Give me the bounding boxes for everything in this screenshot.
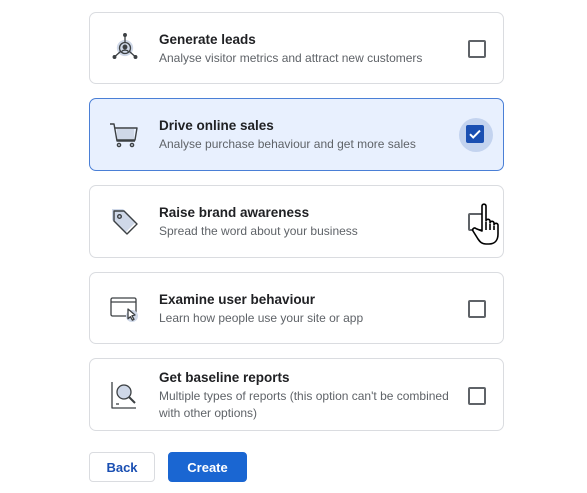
price-tag-icon [107,204,143,240]
option-card-get-baseline-reports[interactable]: Get baseline reports Multiple types of r… [89,358,504,431]
option-description: Multiple types of reports (this option c… [159,389,449,420]
option-title: Raise brand awareness [159,205,310,220]
option-card-drive-online-sales[interactable]: Drive online sales Analyse purchase beha… [89,98,504,171]
option-description: Learn how people use your site or app [159,311,364,325]
checkbox-raise-brand-awareness[interactable] [468,213,486,231]
option-description: Analyse purchase behaviour and get more … [159,137,416,151]
target-network-icon [107,30,143,66]
create-button[interactable]: Create [168,452,247,482]
browser-cursor-icon [107,290,143,326]
checkbox-get-baseline-reports[interactable] [468,387,486,405]
option-title: Examine user behaviour [159,292,316,307]
option-title: Generate leads [159,32,256,47]
option-card-examine-user-behaviour[interactable]: Examine user behaviour Learn how people … [89,272,504,344]
back-button[interactable]: Back [89,452,155,482]
checkbox-generate-leads[interactable] [468,40,486,58]
report-magnifier-icon [107,378,143,414]
option-card-raise-brand-awareness[interactable]: Raise brand awareness Spread the word ab… [89,185,504,258]
checkbox-examine-user-behaviour[interactable] [468,300,486,318]
objective-options-list: Generate leads Analyse visitor metrics a… [0,0,587,493]
option-title: Get baseline reports [159,370,290,385]
checkbox-drive-online-sales[interactable] [466,125,484,143]
option-card-generate-leads[interactable]: Generate leads Analyse visitor metrics a… [89,12,504,84]
option-title: Drive online sales [159,118,274,133]
option-description: Spread the word about your business [159,224,358,238]
shopping-cart-icon [107,117,143,153]
option-description: Analyse visitor metrics and attract new … [159,51,423,65]
checkmark-icon [469,129,481,139]
